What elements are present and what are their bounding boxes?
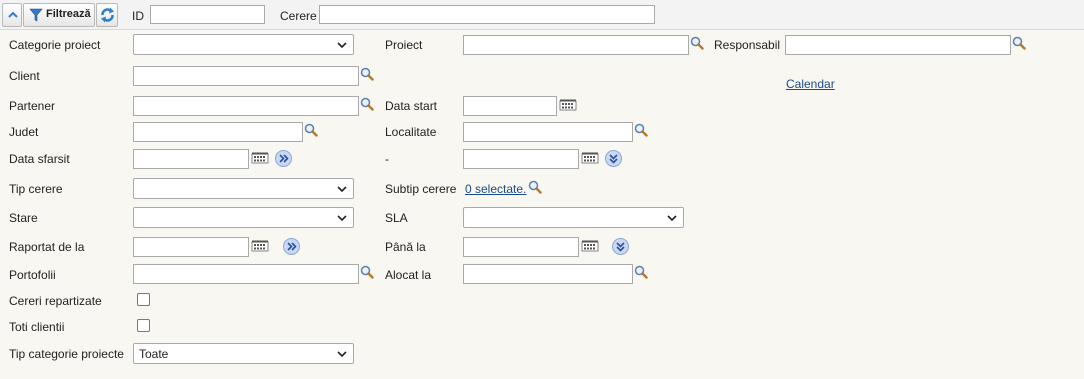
chevron-up-icon	[8, 11, 18, 18]
data-sfarsit-end-input[interactable]	[463, 149, 579, 169]
responsabil-label: Responsabil	[714, 38, 781, 52]
calendar-icon[interactable]	[558, 98, 578, 112]
pana-la-label: Până la	[385, 240, 426, 254]
tip-categorie-proiecte-value: Toate	[139, 347, 169, 361]
proiect-input[interactable]	[463, 35, 689, 55]
chevron-down-icon	[336, 349, 348, 359]
portofolii-search-icon[interactable]	[360, 265, 374, 279]
data-start-label: Data start	[385, 99, 438, 113]
cerere-input[interactable]	[319, 5, 655, 24]
portofolii-input[interactable]	[133, 264, 359, 284]
id-input[interactable]	[150, 5, 265, 24]
judet-input[interactable]	[133, 122, 303, 142]
calendar-icon[interactable]	[580, 151, 600, 165]
responsabil-input[interactable]	[785, 35, 1011, 55]
dash-label: -	[385, 152, 389, 166]
calendar-icon[interactable]	[580, 239, 600, 253]
refresh-button[interactable]	[96, 3, 118, 27]
data-start-input[interactable]	[463, 96, 557, 116]
calendar-icon[interactable]	[250, 239, 270, 253]
partener-label: Partener	[9, 99, 56, 113]
chevron-down-icon	[336, 40, 348, 50]
stare-select[interactable]	[133, 207, 354, 228]
judet-search-icon[interactable]	[304, 123, 318, 137]
categorie-proiect-select[interactable]	[133, 34, 354, 55]
chevron-down-icon	[336, 213, 348, 223]
filter-button-label: Filtrează	[46, 8, 91, 20]
localitate-label: Localitate	[385, 125, 437, 139]
data-sfarsit-input[interactable]	[133, 149, 249, 169]
subtip-cerere-label: Subtip cerere	[385, 182, 457, 196]
client-label: Client	[9, 69, 40, 83]
expand-icon[interactable]	[605, 150, 622, 167]
sla-select[interactable]	[463, 207, 684, 228]
toti-clientii-label: Toti clientii	[9, 320, 65, 334]
cerere-label: Cerere	[280, 9, 317, 23]
forward-icon[interactable]	[283, 238, 300, 255]
chevron-down-icon	[336, 184, 348, 194]
tip-cerere-label: Tip cerere	[9, 182, 63, 196]
data-sfarsit-label: Data sfarsit	[9, 152, 70, 166]
tip-categorie-proiecte-select[interactable]: Toate	[133, 343, 354, 364]
forward-icon[interactable]	[275, 150, 292, 167]
refresh-icon	[101, 7, 114, 23]
responsabil-search-icon[interactable]	[1012, 36, 1026, 50]
collapse-button[interactable]	[2, 3, 22, 27]
cereri-repartizate-label: Cereri repartizate	[9, 294, 102, 308]
filter-toolbar: Filtrează ID Cerere	[0, 0, 1084, 30]
subtip-cerere-link[interactable]: 0 selectate.	[465, 182, 526, 196]
sla-label: SLA	[385, 211, 408, 225]
calendar-icon[interactable]	[250, 151, 270, 165]
partener-search-icon[interactable]	[360, 97, 374, 111]
localitate-search-icon[interactable]	[634, 123, 648, 137]
tip-categorie-proiecte-label: Tip categorie proiecte	[9, 347, 124, 361]
toti-clientii-checkbox[interactable]	[137, 319, 150, 332]
stare-label: Stare	[9, 211, 38, 225]
partener-input[interactable]	[133, 96, 359, 116]
client-search-icon[interactable]	[360, 67, 374, 81]
filter-button[interactable]: Filtrează	[23, 3, 95, 27]
funnel-icon	[29, 8, 43, 22]
id-label: ID	[132, 9, 144, 23]
client-input[interactable]	[133, 66, 359, 86]
tip-cerere-select[interactable]	[133, 178, 354, 199]
subtip-search-icon[interactable]	[528, 180, 542, 194]
chevron-down-icon	[666, 213, 678, 223]
proiect-search-icon[interactable]	[690, 36, 704, 50]
alocat-la-label: Alocat la	[385, 268, 432, 282]
raportat-de-la-input[interactable]	[133, 237, 249, 257]
alocat-la-input[interactable]	[463, 264, 633, 284]
judet-label: Judet	[9, 125, 39, 139]
localitate-input[interactable]	[463, 122, 633, 142]
cereri-repartizate-checkbox[interactable]	[137, 293, 150, 306]
proiect-label: Proiect	[385, 38, 423, 52]
raportat-de-la-label: Raportat de la	[9, 240, 85, 254]
portofolii-label: Portofolii	[9, 268, 56, 282]
alocat-la-search-icon[interactable]	[634, 265, 648, 279]
calendar-link[interactable]: Calendar	[786, 77, 835, 91]
categorie-proiect-label: Categorie proiect	[9, 38, 101, 52]
expand-icon[interactable]	[612, 238, 629, 255]
pana-la-input[interactable]	[463, 237, 579, 257]
